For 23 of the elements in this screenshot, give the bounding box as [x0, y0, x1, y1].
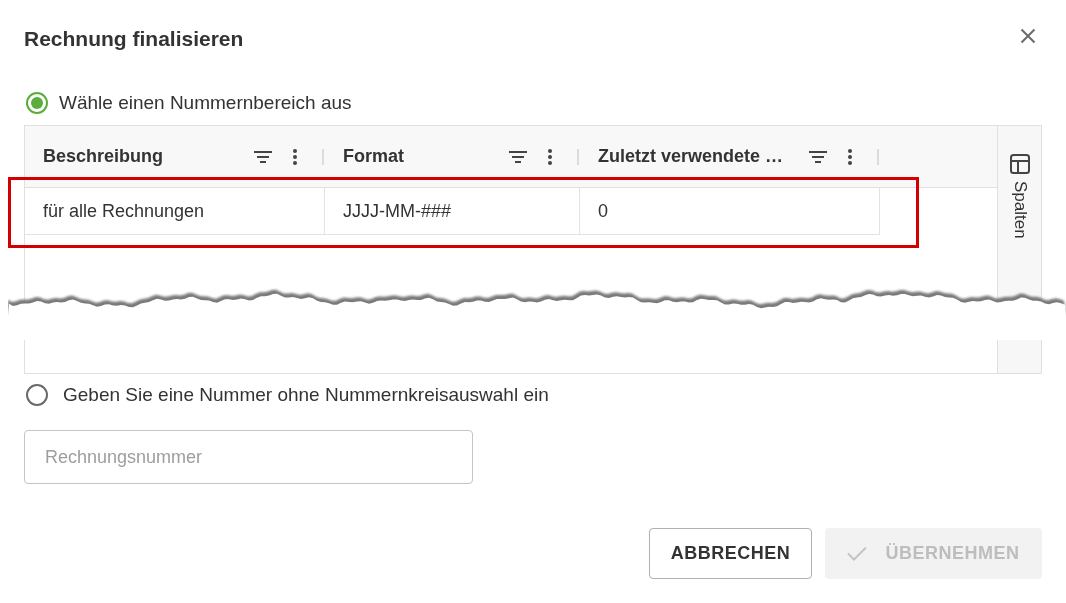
columns-button[interactable]: Spalten — [1005, 152, 1034, 241]
more-icon — [548, 148, 552, 165]
more-icon — [848, 148, 852, 165]
option-label: Geben Sie eine Nummer ohne Nummernkreisauswahl ein — [63, 383, 549, 407]
column-header[interactable]: Zuletzt verwendete … — [598, 146, 806, 167]
more-icon — [293, 148, 297, 165]
invoice-number-field[interactable]: Rechnungsnummer — [24, 430, 473, 484]
check-icon — [847, 546, 868, 561]
filter-icon — [509, 150, 527, 163]
radio-button[interactable] — [26, 384, 48, 406]
filter-icon — [809, 150, 827, 163]
option-label: Wähle einen Nummernbereich aus — [59, 91, 352, 115]
column-header[interactable]: Format — [343, 146, 506, 167]
column-header[interactable]: Beschreibung — [43, 146, 251, 167]
cancel-button[interactable]: ABBRECHEN — [649, 528, 812, 579]
table-icon — [1009, 154, 1030, 174]
dialog-title: Rechnung finalisieren — [24, 26, 244, 51]
radio-button[interactable] — [26, 92, 48, 114]
close-icon — [1020, 28, 1036, 44]
table-cell: JJJJ-MM-### — [325, 188, 580, 235]
filter-icon — [254, 150, 272, 163]
table-cell: für alle Rechnungen — [25, 188, 325, 235]
table-cell: 0 — [580, 188, 880, 235]
